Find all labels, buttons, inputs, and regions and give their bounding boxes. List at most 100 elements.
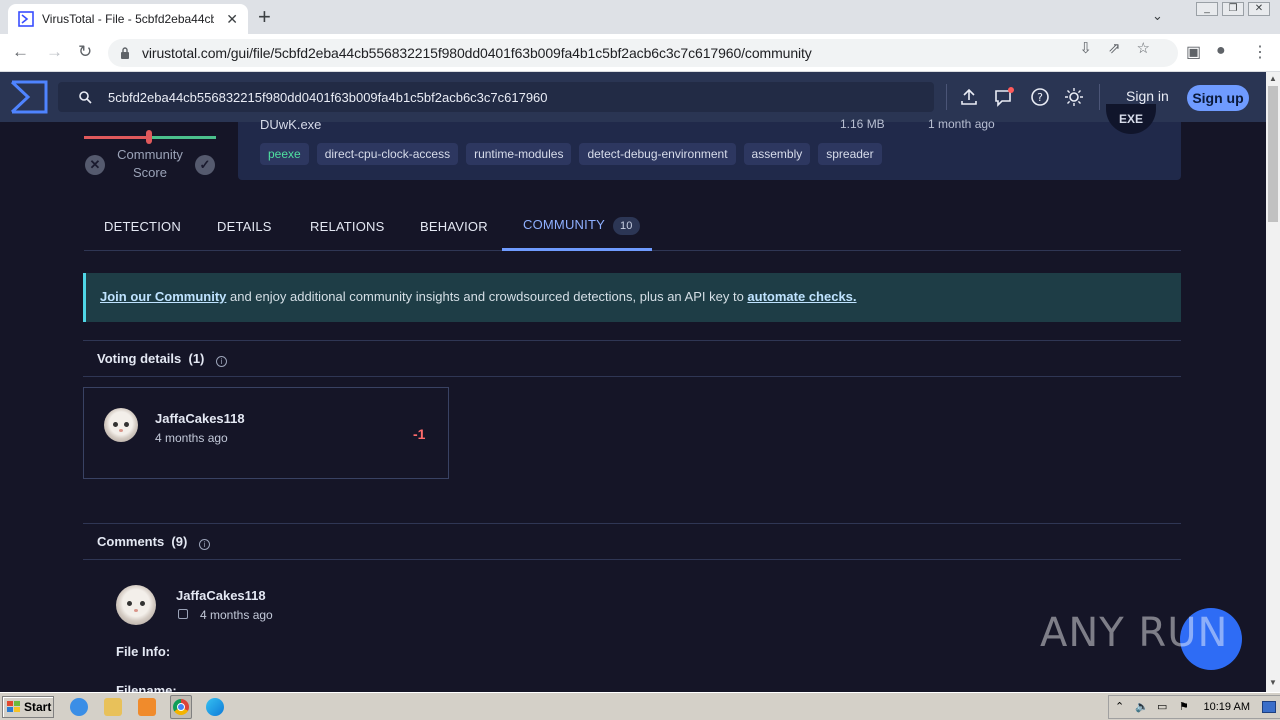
scroll-thumb[interactable]	[1268, 86, 1278, 222]
avatar[interactable]	[104, 408, 138, 442]
tag[interactable]: peexe	[260, 143, 309, 165]
chrome-icon	[173, 699, 189, 715]
info-icon[interactable]: i	[216, 356, 228, 367]
tab-detection[interactable]: DETECTION	[104, 219, 181, 234]
close-window-icon[interactable]: ✕	[1248, 2, 1270, 16]
url-text: virustotal.com/gui/file/5cbfd2eba44cb556…	[142, 45, 812, 61]
notifications-icon[interactable]	[993, 86, 1015, 108]
scroll-down-icon[interactable]: ▼	[1269, 678, 1277, 687]
vote-time: 4 months ago	[155, 431, 228, 445]
chrome-taskbar-button[interactable]	[170, 695, 192, 719]
comments-count: (9)	[171, 534, 188, 549]
search-input[interactable]: 5cbfd2eba44cb556832215f980dd0401f63b009f…	[58, 82, 934, 112]
header-divider	[1099, 84, 1100, 110]
back-icon[interactable]: ←	[12, 42, 29, 62]
banner-text: and enjoy additional community insights …	[226, 289, 748, 304]
start-button[interactable]: Start	[2, 696, 54, 718]
sign-in-link[interactable]: Sign in	[1126, 88, 1169, 104]
tab-behavior[interactable]: BEHAVIOR	[420, 219, 488, 234]
tag[interactable]: runtime-modules	[466, 143, 572, 165]
forward-icon[interactable]: →	[46, 42, 63, 62]
flag-icon[interactable]: ⚑	[1179, 700, 1189, 713]
tab-relations[interactable]: RELATIONS	[310, 219, 385, 234]
comment-user-name[interactable]: JaffaCakes118	[176, 588, 266, 603]
reload-icon[interactable]: ↻	[78, 42, 92, 62]
file-explorer-icon[interactable]	[104, 698, 122, 716]
bookmark-star-icon[interactable]: ☆	[1137, 39, 1150, 57]
profile-icon[interactable]: ●	[1216, 42, 1226, 60]
avatar[interactable]	[116, 585, 156, 625]
info-icon[interactable]: i	[198, 539, 210, 550]
vt-header: 5cbfd2eba44cb556832215f980dd0401f63b009f…	[0, 72, 1266, 122]
tag[interactable]: detect-debug-environment	[579, 143, 736, 165]
tag[interactable]: assembly	[743, 143, 811, 165]
tab-community-label: COMMUNITY	[523, 217, 605, 232]
system-tray: ⌃ 🔈 ▭ ⚑ 10:19 AM	[1108, 695, 1280, 719]
vote-card: JaffaCakes118 4 months ago -1	[83, 387, 449, 479]
new-tab-icon[interactable]: +	[258, 4, 271, 30]
install-icon[interactable]: ⇩	[1079, 39, 1092, 57]
search-icon	[79, 91, 92, 104]
minimize-icon[interactable]: _	[1196, 2, 1218, 16]
page-scrollbar[interactable]: ▲ ▼	[1266, 72, 1280, 692]
tab-title: VirusTotal - File - 5cbfd2eba44cb556	[42, 12, 214, 26]
media-player-icon[interactable]	[138, 698, 156, 716]
help-icon[interactable]: ?	[1029, 86, 1051, 108]
join-community-banner: Join our Community and enjoy additional …	[83, 273, 1181, 322]
search-value: 5cbfd2eba44cb556832215f980dd0401f63b009f…	[108, 89, 548, 105]
tab-community-count: 10	[612, 217, 640, 235]
tab-close-icon[interactable]: ✕	[226, 11, 238, 28]
chrome-menu-icon[interactable]: ⋮	[1252, 42, 1268, 62]
virustotal-logo-icon[interactable]	[10, 80, 48, 114]
avatar-eye	[113, 422, 118, 427]
sign-up-button[interactable]: Sign up	[1187, 85, 1249, 111]
tray-expand-icon[interactable]: ⌃	[1115, 700, 1124, 713]
theme-toggle-icon[interactable]	[1063, 86, 1085, 108]
vote-malicious-icon[interactable]: ✕	[85, 155, 105, 175]
clock: 10:19 AM	[1203, 701, 1250, 713]
volume-icon[interactable]: 🔈	[1135, 700, 1149, 713]
browser-tab[interactable]: VirusTotal - File - 5cbfd2eba44cb556 ✕	[8, 4, 248, 34]
join-community-link[interactable]: Join our Community	[100, 289, 226, 304]
file-summary-card: DUwK.exe 1.16 MB 1 month ago EXE peexe d…	[238, 104, 1181, 180]
vote-user-name[interactable]: JaffaCakes118	[155, 411, 245, 426]
header-divider	[946, 84, 947, 110]
avatar-nose	[134, 609, 138, 612]
tab-community[interactable]: COMMUNITY 10	[523, 217, 640, 235]
avatar-eye	[124, 422, 129, 427]
internet-explorer-icon[interactable]	[70, 698, 88, 716]
comments-header: Comments (9) i	[83, 523, 1181, 560]
tag[interactable]: spreader	[818, 143, 882, 165]
upload-icon[interactable]	[958, 86, 980, 108]
community-score-label: Community Score	[117, 147, 183, 180]
browser-toolbar: ← → ↻ virustotal.com/gui/file/5cbfd2eba4…	[0, 34, 1280, 72]
share-icon[interactable]: ⇗	[1108, 39, 1121, 57]
lock-icon	[121, 47, 129, 59]
anyrun-watermark: ANY RUN	[1040, 608, 1242, 670]
network-icon[interactable]: ▭	[1157, 700, 1167, 713]
edge-icon[interactable]	[206, 698, 224, 716]
side-panel-icon[interactable]: ▣	[1186, 42, 1201, 62]
comment-time: 4 months ago	[200, 608, 273, 622]
svg-text:?: ?	[1037, 91, 1043, 104]
start-label: Start	[24, 700, 52, 714]
voting-details-header: Voting details (1) i	[83, 340, 1181, 377]
show-desktop-icon[interactable]	[1262, 701, 1276, 713]
automate-checks-link[interactable]: automate checks.	[747, 289, 856, 304]
vote-harmless-icon[interactable]: ✓	[195, 155, 215, 175]
avatar-eye	[127, 601, 132, 606]
scroll-up-icon[interactable]: ▲	[1269, 74, 1277, 83]
file-type-badge: EXE	[1106, 104, 1156, 134]
avatar-nose	[119, 429, 123, 432]
vote-value: -1	[413, 426, 426, 442]
tab-details[interactable]: DETAILS	[217, 219, 272, 234]
tab-search-chevron-icon[interactable]: ⌄	[1152, 8, 1163, 24]
comment-line: File Info:	[116, 644, 171, 659]
tag[interactable]: direct-cpu-clock-access	[316, 143, 459, 165]
active-tab-underline	[502, 248, 652, 251]
file-size: 1.16 MB	[840, 117, 885, 131]
address-bar[interactable]: virustotal.com/gui/file/5cbfd2eba44cb556…	[108, 39, 1178, 67]
file-name: DUwK.exe	[260, 117, 322, 132]
restore-icon[interactable]: ❐	[1222, 2, 1244, 16]
chrome-icon-center	[177, 703, 185, 711]
